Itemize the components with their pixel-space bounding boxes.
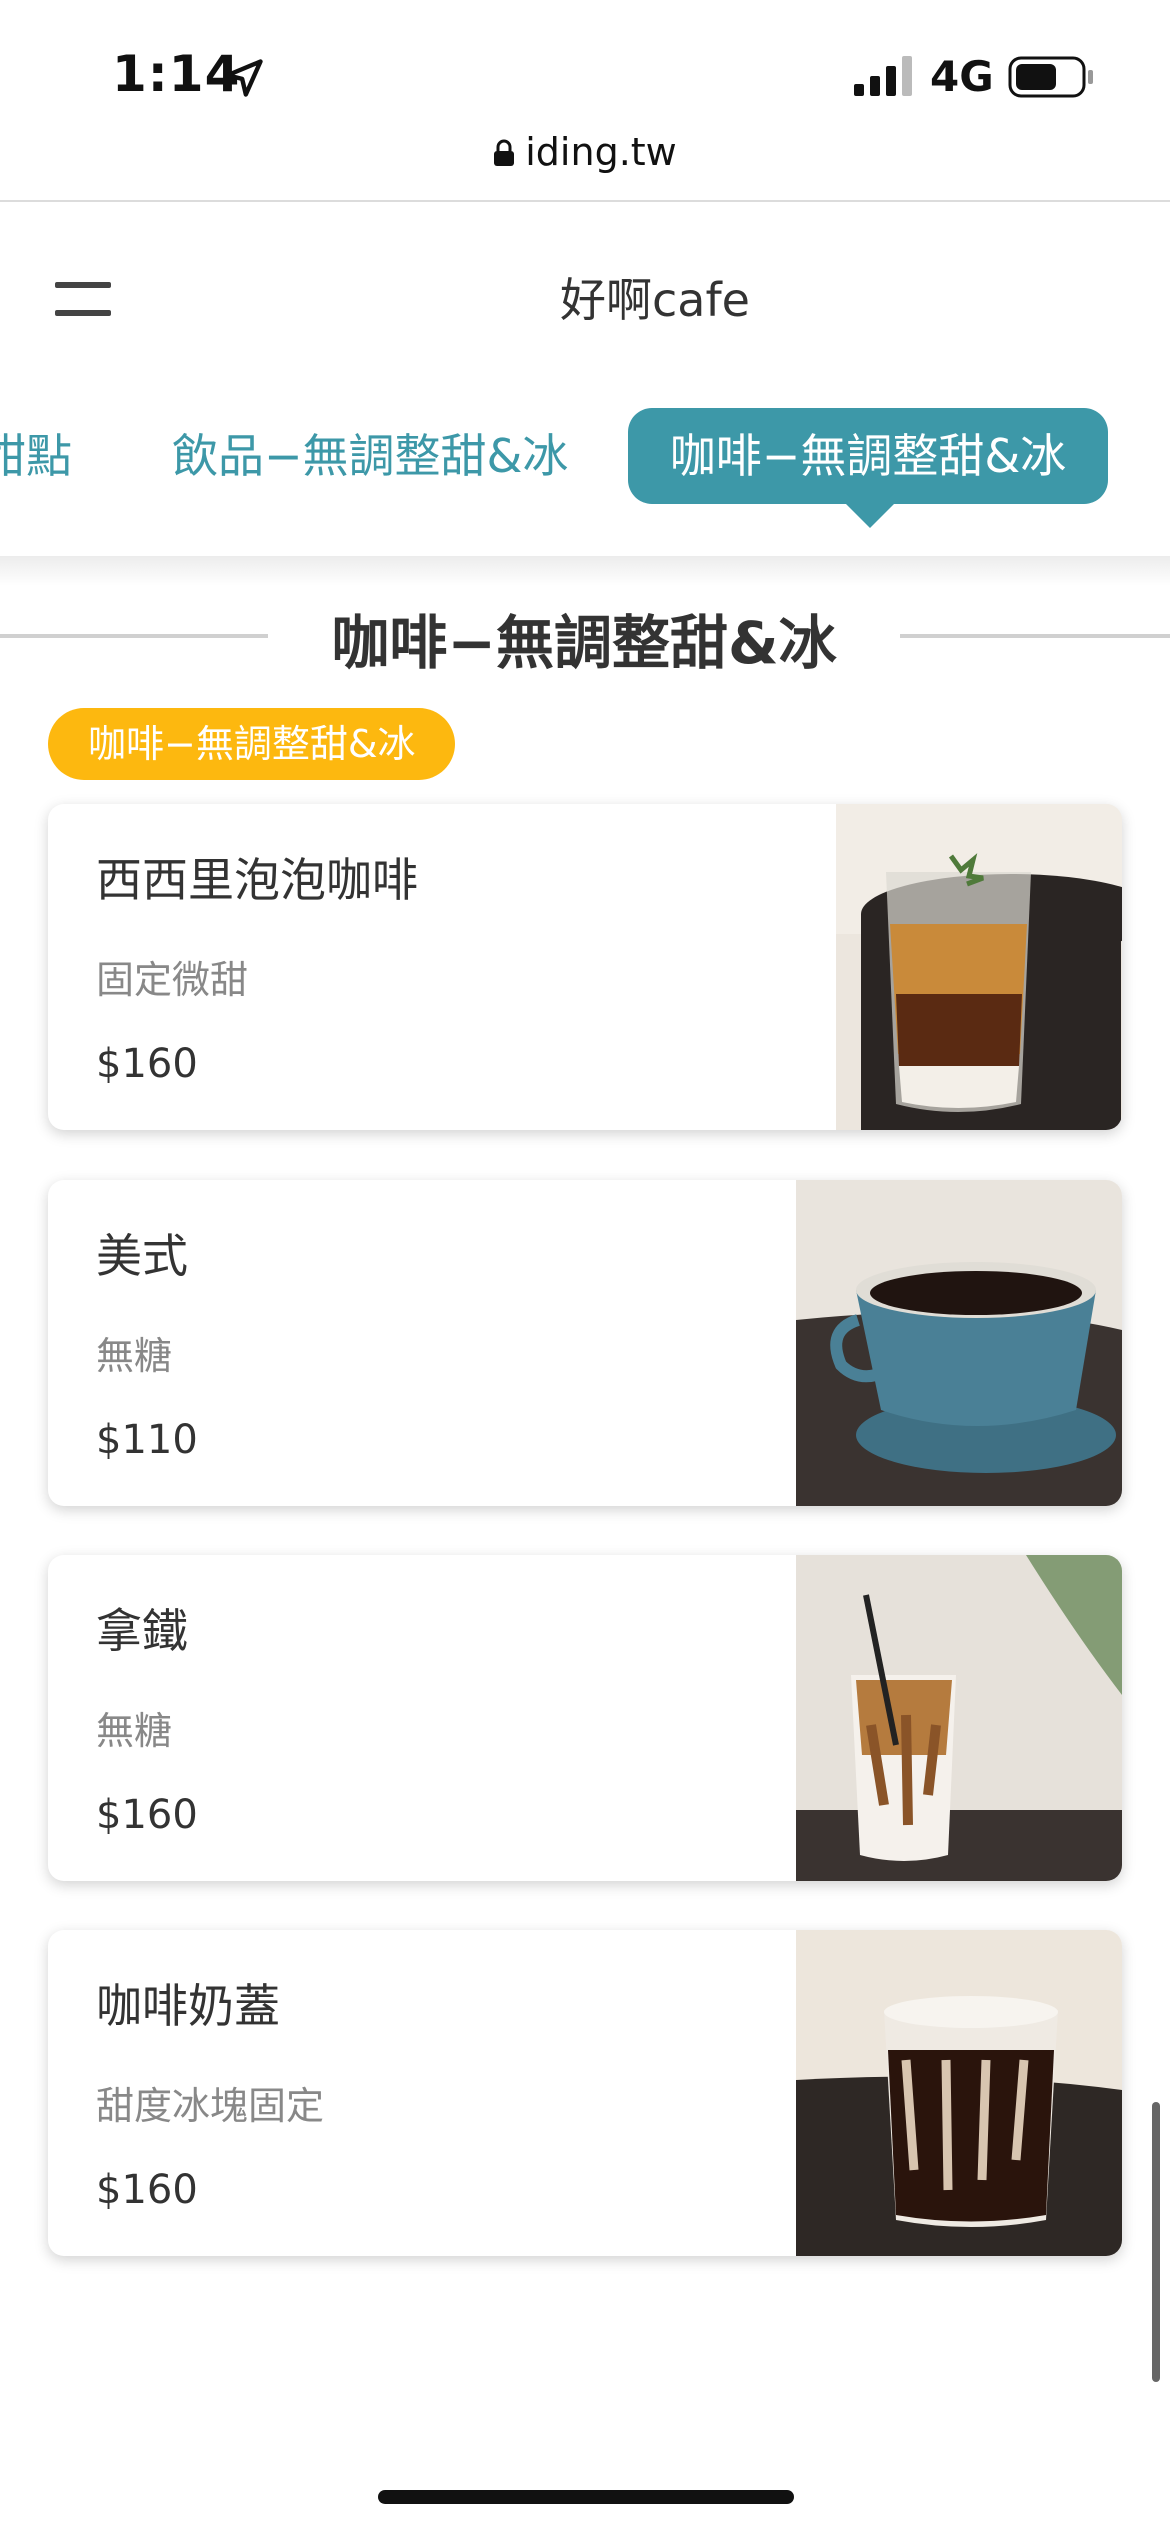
status-bar: 1:14 4G <box>0 0 1170 140</box>
item-description: 無糖 <box>96 1709 173 1753</box>
americano-photo <box>796 1180 1122 1506</box>
cellular-signal-icon <box>854 56 912 96</box>
scrollbar[interactable] <box>1152 2102 1160 2382</box>
shop-title: 好啊cafe <box>560 273 750 327</box>
section-title: 咖啡−無調整甜&冰 <box>331 609 837 677</box>
item-price: $160 <box>96 1041 198 1087</box>
item-description: 無糖 <box>96 1334 173 1378</box>
lock-icon <box>494 139 515 166</box>
tab-desserts[interactable]: 甜點 <box>0 408 72 504</box>
item-description: 甜度冰塊固定 <box>96 2084 325 2128</box>
latte-photo <box>796 1555 1122 1881</box>
item-price: $160 <box>96 2167 198 2213</box>
item-name: 美式 <box>96 1229 188 1283</box>
category-tabs: 甜點 飲品−無調整甜&冰 咖啡−無調整甜&冰 <box>0 400 1170 560</box>
menu-item-card[interactable]: 美式 無糖 $110 <box>48 1180 1122 1506</box>
cream-top-coffee-photo <box>796 1930 1122 2256</box>
category-badge: 咖啡−無調整甜&冰 <box>48 708 456 780</box>
network-type: 4G <box>930 52 994 101</box>
url-text: iding.tw <box>525 130 677 174</box>
battery-icon <box>1008 56 1093 98</box>
url-bar[interactable]: iding.tw <box>0 130 1170 202</box>
tab-coffee[interactable]: 咖啡−無調整甜&冰 <box>628 408 1108 528</box>
menu-item-card[interactable]: 咖啡奶蓋 甜度冰塊固定 $160 <box>48 1930 1122 2256</box>
item-name: 西西里泡泡咖啡 <box>96 853 418 907</box>
sparkling-coffee-photo <box>836 804 1122 1130</box>
tabs-shadow <box>0 556 1170 586</box>
item-name: 咖啡奶蓋 <box>96 1979 280 2033</box>
item-price: $160 <box>96 1792 198 1838</box>
heading-divider-right <box>900 634 1170 638</box>
location-arrow-icon <box>225 59 263 97</box>
item-name: 拿鐵 <box>96 1604 188 1658</box>
heading-divider-left <box>0 634 268 638</box>
menu-item-card[interactable]: 拿鐵 無糖 $160 <box>48 1555 1122 1881</box>
menu-item-card[interactable]: 西西里泡泡咖啡 固定微甜 $160 <box>48 804 1122 1130</box>
home-indicator[interactable] <box>378 2490 794 2504</box>
item-description: 固定微甜 <box>96 958 249 1002</box>
section-heading: 咖啡−無調整甜&冰 <box>0 596 1170 686</box>
tab-drinks[interactable]: 飲品−無調整甜&冰 <box>172 408 568 504</box>
app-header: 好啊cafe <box>0 202 1170 392</box>
item-price: $110 <box>96 1417 198 1463</box>
